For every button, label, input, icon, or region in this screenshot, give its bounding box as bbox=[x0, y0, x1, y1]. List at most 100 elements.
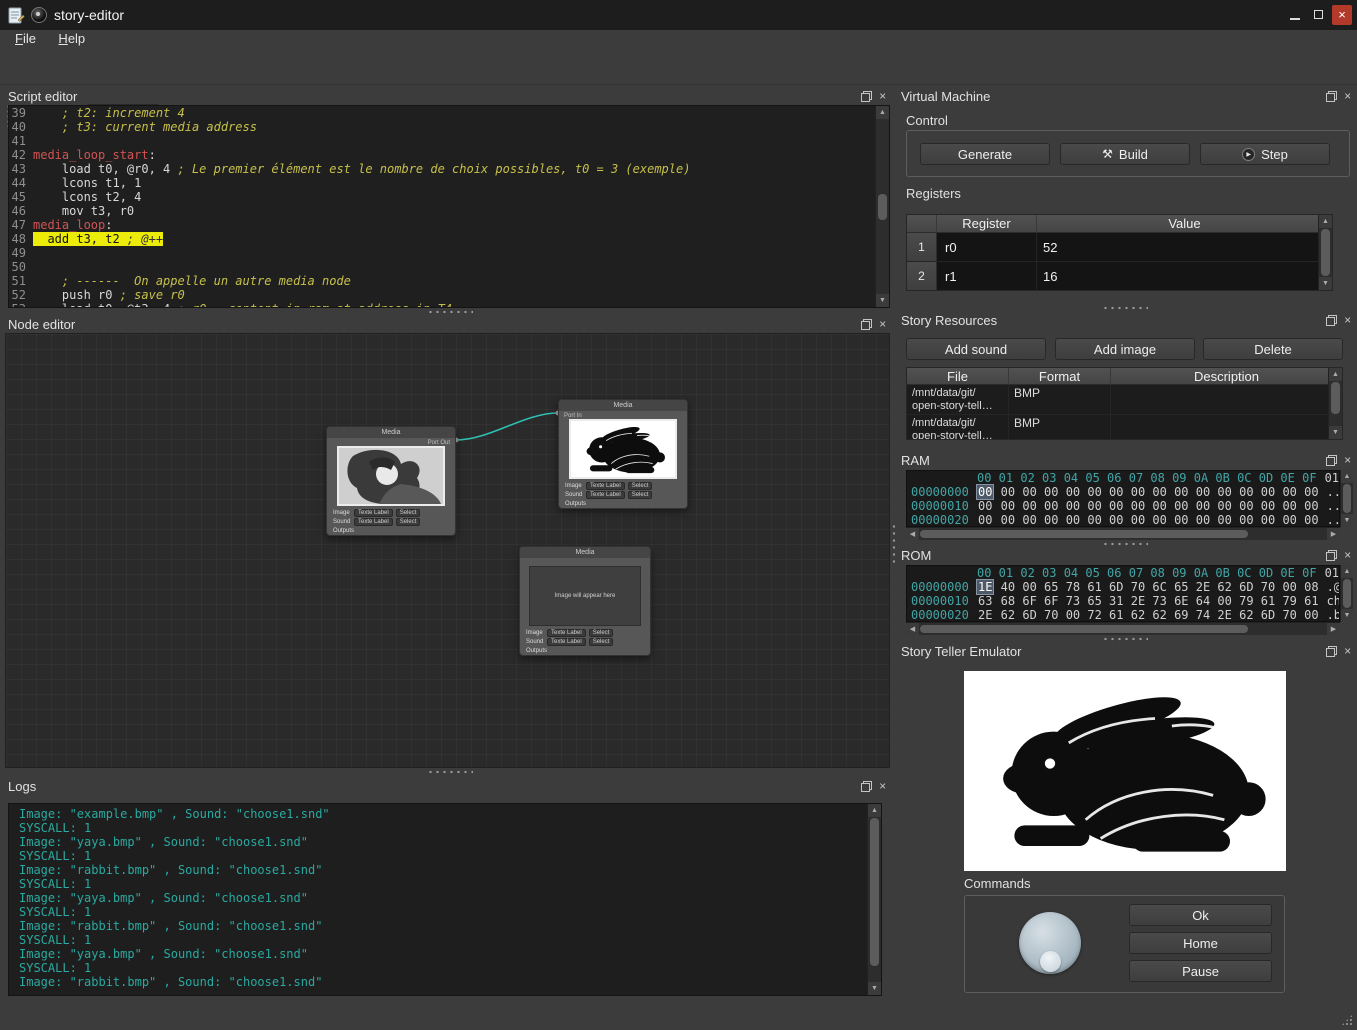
scroll-down-icon[interactable]: ▼ bbox=[1319, 277, 1332, 290]
home-button[interactable]: Home bbox=[1129, 932, 1272, 954]
window-resize-grip[interactable] bbox=[1341, 1014, 1353, 1026]
hex-byte[interactable]: 00 bbox=[977, 499, 993, 513]
ram-float-button[interactable] bbox=[1325, 454, 1338, 467]
registers-table[interactable]: Register Value 1r0522r116 ▲ ▼ bbox=[906, 214, 1333, 291]
logs-float-button[interactable] bbox=[860, 780, 873, 793]
resources-table[interactable]: File Format Description /mnt/data/git/ o… bbox=[906, 367, 1343, 440]
scroll-up-icon[interactable]: ▲ bbox=[1329, 368, 1342, 381]
image-select-button[interactable]: Select bbox=[628, 482, 653, 490]
scroll-down-icon[interactable]: ▼ bbox=[1341, 609, 1353, 622]
description-column-header[interactable]: Description bbox=[1111, 368, 1342, 384]
emulator-close-button[interactable]: × bbox=[1341, 645, 1354, 658]
maximize-button[interactable] bbox=[1309, 5, 1329, 25]
scrollbar-handle[interactable] bbox=[870, 818, 879, 966]
splitter-script-node[interactable] bbox=[427, 309, 473, 315]
logs-scrollbar[interactable]: ▲ ▼ bbox=[867, 804, 881, 995]
scrollbar-handle[interactable] bbox=[920, 530, 1248, 538]
scroll-left-icon[interactable]: ◀ bbox=[906, 623, 919, 635]
image-select-button[interactable]: Select bbox=[396, 509, 421, 517]
rom-close-button[interactable]: × bbox=[1341, 549, 1354, 562]
value-column-header[interactable]: Value bbox=[1037, 215, 1332, 232]
scroll-up-icon[interactable]: ▲ bbox=[1341, 470, 1353, 483]
script-editor-scrollbar[interactable]: ▲ ▼ bbox=[875, 106, 889, 307]
build-button[interactable]: ⚒ Build bbox=[1060, 143, 1190, 165]
sound-text-button[interactable]: Texte Label bbox=[354, 518, 393, 526]
scroll-up-icon[interactable]: ▲ bbox=[876, 106, 889, 119]
emulator-float-button[interactable] bbox=[1325, 645, 1338, 658]
scroll-down-icon[interactable]: ▼ bbox=[1341, 514, 1353, 527]
node-editor-close-button[interactable]: × bbox=[876, 318, 889, 331]
sound-text-button[interactable]: Texte Label bbox=[547, 638, 586, 646]
scroll-down-icon[interactable]: ▼ bbox=[868, 982, 881, 995]
splitter-columns[interactable] bbox=[891, 523, 897, 567]
image-text-button[interactable]: Texte Label bbox=[586, 482, 625, 490]
scroll-down-icon[interactable]: ▼ bbox=[876, 294, 889, 307]
step-button[interactable]: ▶ Step bbox=[1200, 143, 1330, 165]
scroll-right-icon[interactable]: ▶ bbox=[1327, 528, 1340, 540]
image-text-button[interactable]: Texte Label bbox=[354, 509, 393, 517]
register-row[interactable]: 2r116 bbox=[907, 262, 1332, 291]
resources-scrollbar[interactable]: ▲ ▼ bbox=[1328, 368, 1342, 439]
script-editor-float-button[interactable] bbox=[860, 90, 873, 103]
ram-vertical-scrollbar[interactable]: ▲ ▼ bbox=[1340, 470, 1353, 527]
registers-scrollbar[interactable]: ▲ ▼ bbox=[1318, 215, 1332, 290]
file-column-header[interactable]: File bbox=[907, 368, 1009, 384]
format-column-header[interactable]: Format bbox=[1009, 368, 1111, 384]
menu-help[interactable]: Help bbox=[49, 30, 94, 48]
script-editor-close-button[interactable]: × bbox=[876, 90, 889, 103]
add-sound-button[interactable]: Add sound bbox=[906, 338, 1046, 360]
rom-vertical-scrollbar[interactable]: ▲ ▼ bbox=[1340, 565, 1353, 622]
logs-view[interactable]: Image: "example.bmp" , Sound: "choose1.s… bbox=[8, 803, 882, 996]
delete-button[interactable]: Delete bbox=[1203, 338, 1343, 360]
rom-hex-view[interactable]: 00 01 02 03 04 05 06 07 08 09 0A 0B 0C 0… bbox=[906, 565, 1340, 622]
resource-row[interactable]: /mnt/data/git/ open-story-tell…BMP bbox=[907, 385, 1342, 415]
sound-text-button[interactable]: Texte Label bbox=[586, 491, 625, 499]
hex-selected-byte[interactable]: 00 bbox=[977, 485, 993, 499]
pause-button[interactable]: Pause bbox=[1129, 960, 1272, 982]
scrollbar-handle[interactable] bbox=[1331, 382, 1340, 414]
scrollbar-handle[interactable] bbox=[920, 625, 1248, 633]
scrollbar-handle[interactable] bbox=[1343, 579, 1351, 608]
generate-button[interactable]: Generate bbox=[920, 143, 1050, 165]
hex-byte[interactable]: 63 bbox=[977, 594, 993, 608]
rom-float-button[interactable] bbox=[1325, 549, 1338, 562]
logs-close-button[interactable]: × bbox=[876, 780, 889, 793]
splitter-node-logs[interactable] bbox=[427, 769, 473, 775]
media-node-rabbit[interactable]: Media Port In Image Texte Label Select S… bbox=[558, 399, 688, 509]
scroll-up-icon[interactable]: ▲ bbox=[1341, 565, 1353, 578]
resources-float-button[interactable] bbox=[1325, 314, 1338, 327]
ram-hex-view[interactable]: 00 01 02 03 04 05 06 07 08 09 0A 0B 0C 0… bbox=[906, 470, 1340, 527]
vm-float-button[interactable] bbox=[1325, 90, 1338, 103]
sound-select-button[interactable]: Select bbox=[589, 638, 614, 646]
splitter-rom-emulator[interactable] bbox=[1102, 636, 1148, 642]
scroll-up-icon[interactable]: ▲ bbox=[1319, 215, 1332, 228]
splitter-ram-rom[interactable] bbox=[1102, 541, 1148, 547]
minimize-button[interactable] bbox=[1285, 5, 1305, 25]
hex-byte[interactable]: 00 bbox=[977, 513, 993, 527]
sound-select-button[interactable]: Select bbox=[628, 491, 653, 499]
menu-file[interactable]: File bbox=[6, 30, 45, 48]
image-text-button[interactable]: Texte Label bbox=[547, 629, 586, 637]
vm-close-button[interactable]: × bbox=[1341, 90, 1354, 103]
sound-select-button[interactable]: Select bbox=[396, 518, 421, 526]
ram-close-button[interactable]: × bbox=[1341, 454, 1354, 467]
scroll-left-icon[interactable]: ◀ bbox=[906, 528, 919, 540]
ok-button[interactable]: Ok bbox=[1129, 904, 1272, 926]
hex-selected-byte[interactable]: 1E bbox=[977, 580, 993, 594]
scrollbar-handle[interactable] bbox=[1321, 229, 1330, 276]
script-editor[interactable]: 39 ; t2: increment 440 ; t3: current med… bbox=[8, 105, 890, 308]
ram-horizontal-scrollbar[interactable]: ◀ ▶ bbox=[906, 527, 1340, 540]
hex-byte[interactable]: 2E bbox=[977, 608, 993, 622]
node-editor-canvas[interactable]: Media Port Out Image Texte Label Select … bbox=[5, 333, 890, 768]
register-row[interactable]: 1r052 bbox=[907, 233, 1332, 262]
resource-row[interactable]: /mnt/data/git/ open-story-tell…BMP bbox=[907, 415, 1342, 440]
close-button[interactable]: × bbox=[1332, 5, 1352, 25]
media-node-character[interactable]: Media Port Out Image Texte Label Select … bbox=[326, 426, 456, 536]
add-image-button[interactable]: Add image bbox=[1055, 338, 1195, 360]
scroll-down-icon[interactable]: ▼ bbox=[1329, 426, 1342, 439]
scrollbar-handle[interactable] bbox=[1343, 484, 1351, 513]
resources-close-button[interactable]: × bbox=[1341, 314, 1354, 327]
rom-horizontal-scrollbar[interactable]: ◀ ▶ bbox=[906, 622, 1340, 635]
splitter-vm-resources[interactable] bbox=[1102, 305, 1148, 311]
scrollbar-handle[interactable] bbox=[878, 194, 887, 220]
